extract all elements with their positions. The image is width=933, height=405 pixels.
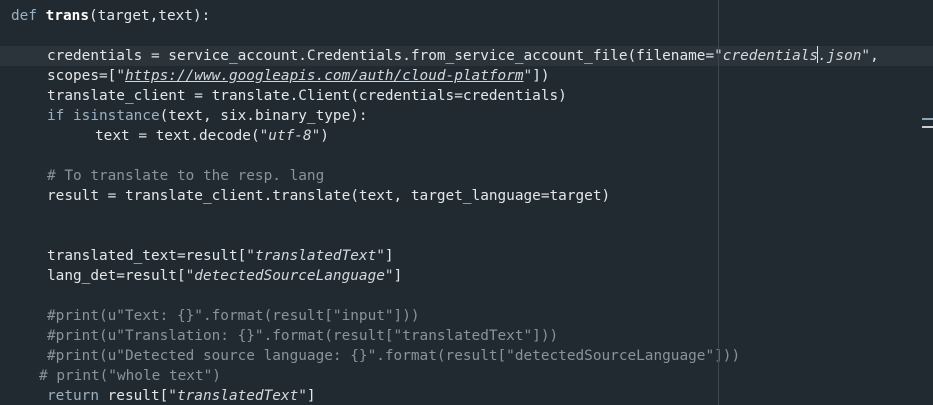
code-line[interactable]: result = translate_client.translate(text… — [0, 186, 933, 206]
string-token: "credentials — [714, 48, 819, 64]
code-token: (target,text): — [89, 8, 211, 24]
code-line[interactable]: #print(u"Translation: {}".format(result[… — [0, 326, 933, 346]
code-line[interactable]: # print("whole text") — [0, 366, 933, 386]
string-token: "translatedText" — [246, 248, 385, 264]
code-line[interactable]: def trans(target,text): — [0, 6, 933, 26]
code-line[interactable]: translate_client = translate.Client(cred… — [0, 86, 933, 106]
code-line[interactable] — [0, 146, 933, 166]
code-line[interactable]: lang_det=result["detectedSourceLanguage"… — [0, 266, 933, 286]
code-token: (text, six.binary_type): — [159, 108, 368, 124]
code-line[interactable]: return result["translatedText"] — [0, 386, 933, 405]
keyword-token: return — [47, 388, 99, 404]
code-token: ] — [384, 248, 394, 264]
code-token: lang_det=result[ — [47, 268, 186, 284]
code-line[interactable]: scopes=["https://www.googleapis.com/auth… — [0, 66, 933, 86]
string-token: " — [523, 68, 533, 84]
code-token: ] — [393, 268, 403, 284]
comment-token: # print("whole text") — [39, 368, 221, 384]
code-line[interactable]: # To translate to the resp. lang — [0, 166, 933, 186]
column-ruler-guide — [718, 0, 719, 405]
comment-token: #print(u"Translation: {}".format(result[… — [47, 328, 559, 344]
code-line[interactable] — [0, 226, 933, 246]
code-token: ) — [320, 128, 329, 144]
code-line[interactable] — [0, 286, 933, 306]
code-token: , — [870, 48, 879, 64]
comment-token: #print(u"Detected source language: {}".f… — [47, 348, 741, 364]
code-line[interactable] — [0, 26, 933, 46]
code-token: ]) — [532, 68, 550, 84]
comment-token: # To translate to the resp. lang — [47, 168, 325, 184]
code-token: ] — [306, 388, 316, 404]
string-token: "translatedText" — [168, 388, 307, 404]
overview-marker[interactable] — [922, 118, 933, 120]
code-editor[interactable]: def trans(target,text): credentials = ser… — [0, 0, 933, 405]
overview-marker[interactable] — [922, 126, 933, 128]
code-line[interactable]: if isinstance(text, six.binary_type): — [0, 106, 933, 126]
keyword-token: isinstance — [73, 108, 160, 124]
code-token: translated_text=result[ — [47, 248, 247, 264]
code-token: translate_client = translate.Client(cred… — [47, 88, 567, 104]
string-token: .json" — [818, 48, 871, 64]
code-area[interactable]: def trans(target,text): credentials = ser… — [0, 0, 933, 405]
keyword-token: def — [11, 8, 37, 24]
string-token: "detectedSourceLanguage" — [185, 268, 394, 284]
string-token: " — [116, 68, 125, 84]
comment-token: #print(u"Text: {}".format(result["input"… — [47, 308, 420, 324]
code-token: credentials = service_account.Credential… — [47, 48, 715, 64]
code-line[interactable]: #print(u"Text: {}".format(result["input"… — [0, 306, 933, 326]
code-token: result[ — [98, 388, 169, 404]
code-token: scopes=[ — [47, 68, 117, 84]
function-name-token: trans — [45, 8, 89, 24]
current-code-line[interactable]: credentials = service_account.Credential… — [0, 46, 933, 66]
code-token: result = translate_client.translate(text… — [47, 188, 611, 204]
code-line[interactable]: translated_text=result["translatedText"] — [0, 246, 933, 266]
code-line[interactable] — [0, 206, 933, 226]
code-token: text = text.decode( — [95, 128, 260, 144]
code-line[interactable]: #print(u"Detected source language: {}".f… — [0, 346, 933, 366]
keyword-token: if — [47, 108, 65, 124]
url-string-token: https://www.googleapis.com/auth/cloud-pl… — [124, 68, 524, 84]
string-token: "utf-8" — [259, 128, 321, 144]
code-line[interactable]: text = text.decode("utf-8") — [0, 126, 933, 146]
